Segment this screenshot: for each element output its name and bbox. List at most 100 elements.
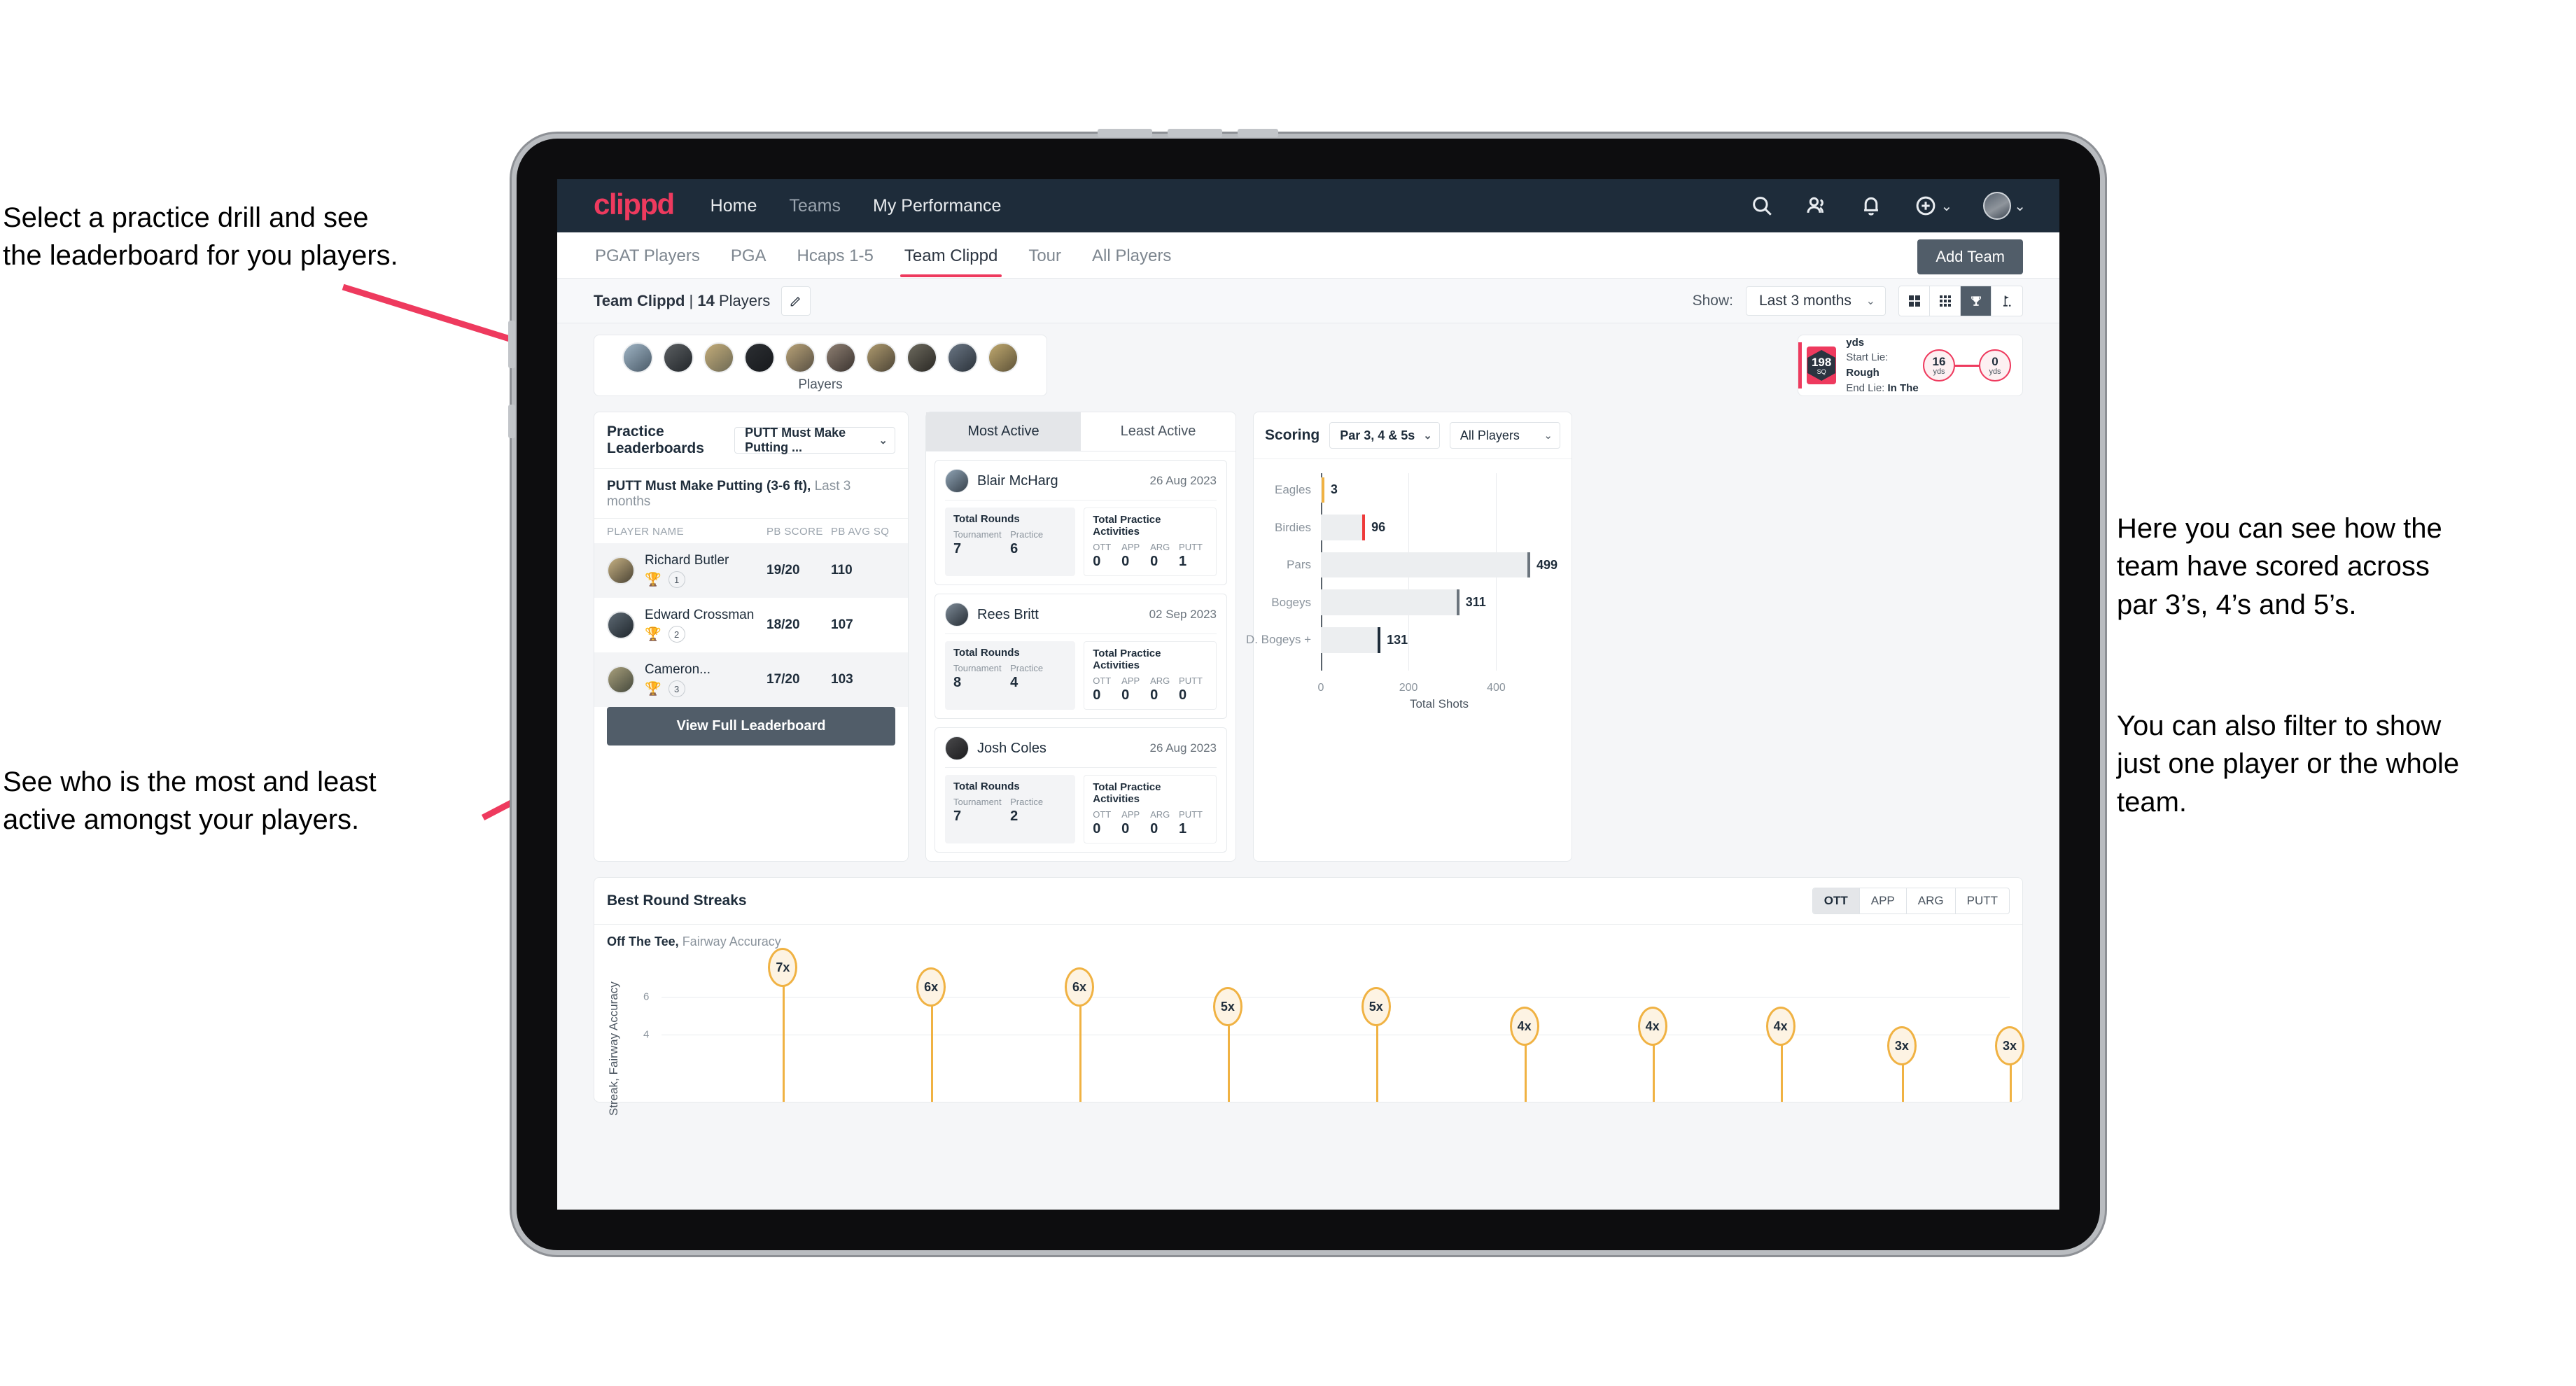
streak-bubble[interactable]: 6x	[916, 967, 946, 1007]
list-item[interactable]: Rees Britt 02 Sep 2023 Total Rounds Tour…	[934, 594, 1227, 719]
streak-bubble[interactable]: 6x	[1065, 967, 1095, 1007]
total-rounds-box: Total Rounds Tournament 7 Practice	[945, 507, 1076, 576]
view-full-leaderboard-button[interactable]: View Full Leaderboard	[607, 707, 895, 746]
streak-bubble[interactable]: 3x	[1995, 1026, 2024, 1065]
streak-bubble[interactable]: 5x	[1212, 987, 1242, 1026]
player-avatar[interactable]	[785, 342, 816, 373]
end-distance-node: 0 yds	[1979, 349, 2011, 382]
view-grid-dense-button[interactable]	[1930, 286, 1961, 316]
total-rounds-values: Tournament 7 Practice 2	[953, 797, 1067, 825]
trophy-icon: 🏆	[645, 572, 662, 587]
streaks-y-axis-label: Streak, Fairway Accuracy	[607, 981, 620, 1116]
drill-name: PUTT Must Make Putting (3-6 ft),	[607, 479, 811, 493]
streak-bubble[interactable]: 5x	[1361, 987, 1391, 1026]
table-row[interactable]: Edward Crossman 🏆 2 18/20 107	[594, 598, 908, 652]
avatar[interactable]	[1983, 192, 2012, 220]
streaks-tab-arg[interactable]: ARG	[1907, 888, 1956, 913]
streak-bubble[interactable]: 4x	[1765, 1007, 1795, 1046]
practice-putt: PUTT 0	[1179, 676, 1208, 704]
trophy-icon: 🏆	[645, 626, 662, 642]
search-icon[interactable]	[1750, 194, 1774, 218]
team-players-word: Players	[714, 291, 771, 309]
activity-list: Blair McHarg 26 Aug 2023 Total Rounds To…	[926, 451, 1236, 861]
rounds-practice: Practice 6	[1010, 529, 1067, 557]
practice-activities-box: Total Practice Activities OTT 0 APP 0 ARG 0…	[1084, 507, 1217, 576]
date-range-select[interactable]: Last 3 months ⌄	[1746, 286, 1886, 316]
avatar	[607, 556, 635, 584]
show-filter-group: Show: Last 3 months ⌄	[1693, 285, 2023, 316]
streak-bubble[interactable]: 7x	[768, 948, 798, 987]
x-axis-label: Total Shots	[1409, 697, 1469, 710]
col-pb-avg-sq: PB AVG SQ	[831, 526, 890, 538]
add-team-button[interactable]: Add Team	[1917, 239, 2023, 274]
tab-pgat-players[interactable]: PGAT Players	[594, 234, 701, 277]
streaks-tab-ott[interactable]: OTT	[1812, 888, 1860, 913]
rounds-tournament-value: 7	[953, 541, 962, 556]
people-icon[interactable]	[1805, 194, 1828, 218]
tab-pga[interactable]: PGA	[729, 234, 768, 277]
view-grid-small-button[interactable]	[1899, 286, 1930, 316]
team-name: Team Clippd	[594, 291, 685, 309]
player-avatar[interactable]	[622, 342, 653, 373]
leaderboard-column-headers: PLAYER NAME PB SCORE PB AVG SQ	[594, 519, 908, 543]
tab-all-players[interactable]: All Players	[1091, 234, 1172, 277]
tab-most-active[interactable]: Most Active	[926, 412, 1081, 451]
view-trophy-button[interactable]	[1961, 286, 1991, 316]
drill-select[interactable]: PUTT Must Make Putting ... ⌄	[734, 426, 895, 454]
bar-eagles: Eagles 3	[1275, 477, 1558, 503]
list-item[interactable]: Blair McHarg 26 Aug 2023 Total Rounds To…	[934, 460, 1227, 585]
tab-tour[interactable]: Tour	[1027, 234, 1063, 277]
nav-item-home[interactable]: Home	[710, 196, 757, 216]
practice-ott-value: 0	[1093, 554, 1101, 569]
rounds-practice-label: Practice	[1010, 797, 1044, 807]
pb-avg-sq: 110	[831, 563, 853, 578]
streaks-tab-app[interactable]: APP	[1860, 888, 1907, 913]
user-menu[interactable]: ⌄	[1983, 192, 2026, 220]
par-filter-select[interactable]: Par 3, 4 & 5s ⌄	[1329, 422, 1440, 449]
view-flag-button[interactable]	[1991, 286, 2022, 316]
list-item[interactable]: Josh Coles 26 Aug 2023 Total Rounds Tour…	[934, 727, 1227, 853]
tab-hcaps-1-5[interactable]: Hcaps 1-5	[796, 234, 875, 277]
x-tick-400: 400	[1487, 682, 1506, 694]
y-tick-6: 6	[643, 990, 650, 1003]
player-avatar[interactable]	[663, 342, 694, 373]
main-row: Practice Leaderboards PUTT Must Make Put…	[594, 412, 2023, 862]
tab-team-clippd[interactable]: Team Clippd	[899, 234, 1002, 277]
player-cell: Richard Butler 🏆 1	[645, 553, 766, 588]
rounds-tournament: Tournament 7	[953, 529, 1010, 557]
streak-bubble[interactable]: 4x	[1637, 1007, 1667, 1046]
streaks-header: Best Round Streaks OTT APP ARG PUTT	[594, 878, 2022, 925]
rounds-tournament-label: Tournament	[953, 797, 1002, 807]
nav-item-teams[interactable]: Teams	[789, 196, 841, 216]
activity-tabs: Most Active Least Active	[926, 412, 1236, 451]
leaderboard-header: Practice Leaderboards PUTT Must Make Put…	[594, 412, 908, 469]
player-avatar[interactable]	[744, 342, 775, 373]
table-row[interactable]: Richard Butler 🏆 1 19/20 110	[594, 543, 908, 598]
player-avatar[interactable]	[825, 342, 856, 373]
table-row[interactable]: Cameron... 🏆 3 17/20 103	[594, 652, 908, 707]
player-avatar[interactable]	[947, 342, 978, 373]
practice-ott: OTT 0	[1093, 676, 1121, 704]
player-avatar[interactable]	[866, 342, 897, 373]
category-label-double-bogeys: D. Bogeys +	[1245, 633, 1311, 647]
rounds-tournament: Tournament 7	[953, 797, 1010, 825]
nav-item-my-performance[interactable]: My Performance	[873, 196, 1001, 216]
streak-bubble[interactable]: 3x	[1886, 1026, 1917, 1065]
player-avatar[interactable]	[906, 342, 937, 373]
streak-bubble[interactable]: 4x	[1509, 1007, 1539, 1046]
annotation-most-least-active: See who is the most and least active amo…	[3, 766, 377, 836]
bell-icon[interactable]	[1859, 194, 1883, 218]
rank-badge: 3	[668, 680, 685, 697]
player-avatar[interactable]	[704, 342, 734, 373]
clippd-logo[interactable]: clippd	[594, 190, 675, 219]
bar-birdies: Birdies 96	[1275, 514, 1558, 540]
add-menu[interactable]: ⌄	[1914, 194, 1952, 218]
edit-team-button[interactable]	[781, 286, 811, 316]
plus-circle-icon[interactable]	[1914, 194, 1938, 218]
player-avatar[interactable]	[988, 342, 1018, 373]
avatar	[607, 611, 635, 639]
tab-least-active[interactable]: Least Active	[1081, 412, 1236, 451]
streaks-tab-putt[interactable]: PUTT	[1956, 888, 2009, 913]
player-filter-select[interactable]: All Players ⌄	[1449, 422, 1560, 449]
flag-icon	[2003, 295, 2011, 307]
